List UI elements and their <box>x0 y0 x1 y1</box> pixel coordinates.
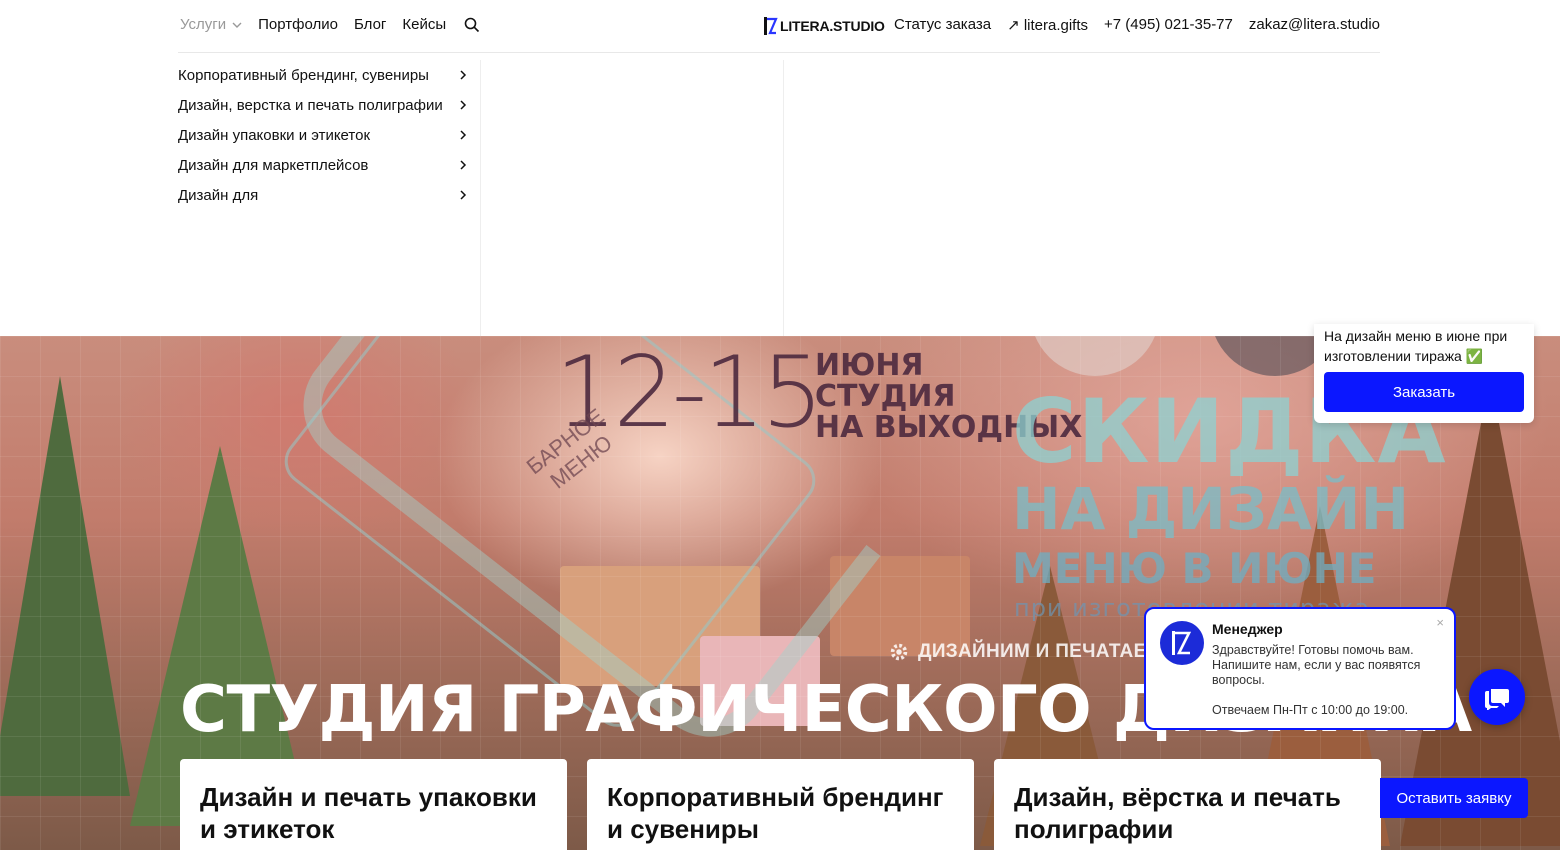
nav-portfolio-link[interactable]: Портфолио <box>258 16 338 33</box>
chat-bubbles-icon <box>1485 689 1509 710</box>
services-mega-menu: Корпоративный брендинг, сувениры Дизайн,… <box>0 53 1560 336</box>
order-popup: На дизайн меню в июне при изготовлении т… <box>1314 324 1534 423</box>
chat-message: Здравствуйте! Готовы помочь вам. Напишит… <box>1212 643 1421 687</box>
service-card-branding[interactable]: Корпоративный брендинг и сувениры <box>587 759 974 850</box>
service-cards: Дизайн и печать упаковки и этикеток Корп… <box>180 759 1381 850</box>
chevron-right-icon <box>460 190 467 200</box>
menu-item-printing[interactable]: Дизайн, верстка и печать полиграфии <box>178 90 468 120</box>
order-popup-text: На дизайн меню в июне при изготовлении т… <box>1324 328 1508 364</box>
main-nav: Услуги Портфолио Блог Кейсы <box>180 16 480 33</box>
service-card-printing[interactable]: Дизайн, вёрстка и печать полиграфии <box>994 759 1381 850</box>
chat-open-button[interactable] <box>1469 669 1525 725</box>
email-link[interactable]: zakaz@litera.studio <box>1249 16 1380 34</box>
hero-tagline-text: ДИЗАЙНИМ И ПЕЧАТАЕМ Н <box>918 641 1183 662</box>
order-button[interactable]: Заказать <box>1324 372 1524 412</box>
service-card-packaging[interactable]: Дизайн и печать упаковки и этикеток <box>180 759 567 850</box>
menu-item-marketplaces[interactable]: Дизайн для маркетплейсов <box>178 150 468 180</box>
gear-icon <box>890 643 908 661</box>
menu-column-divider <box>480 60 481 336</box>
chat-working-hours: Отвечаем Пн-Пт с 10:00 до 19:00. <box>1212 703 1409 717</box>
manager-avatar <box>1160 621 1204 665</box>
chevron-right-icon <box>460 100 467 110</box>
menu-item-branding[interactable]: Корпоративный брендинг, сувениры <box>178 60 468 90</box>
nav-services-label: Услуги <box>180 16 227 33</box>
phone-link[interactable]: +7 (495) 021-35-77 <box>1104 16 1233 34</box>
nav-blog-link[interactable]: Блог <box>354 16 386 33</box>
logo-mark-icon <box>1172 631 1192 655</box>
close-icon[interactable]: × <box>1436 615 1444 630</box>
services-menu-list: Корпоративный брендинг, сувениры Дизайн,… <box>178 60 468 210</box>
promo-discount-subtitle: НА ДИЗАЙН <box>1012 475 1409 543</box>
chevron-down-icon <box>232 22 242 28</box>
menu-column-divider <box>783 60 784 336</box>
promo-discount-month: МЕНЮ В ИЮНЕ <box>1012 544 1377 593</box>
menu-item-packaging[interactable]: Дизайн упаковки и этикеток <box>178 120 468 150</box>
chat-greeting-popup[interactable]: Менеджер Здравствуйте! Готовы помочь вам… <box>1144 607 1456 730</box>
leave-request-button[interactable]: Оставить заявку <box>1380 778 1528 818</box>
chevron-right-icon <box>460 130 467 140</box>
chevron-right-icon <box>460 70 467 80</box>
service-card-title: Дизайн, вёрстка и печать полиграфии <box>1014 782 1341 844</box>
service-card-title: Корпоративный брендинг и сувениры <box>607 782 944 844</box>
contact-nav: Статус заказа ↗ litera.gifts +7 (495) 02… <box>894 16 1380 34</box>
logo-mark-icon <box>764 17 778 35</box>
menu-item-design-for[interactable]: Дизайн для <box>178 180 468 210</box>
hero-tagline: ДИЗАЙНИМ И ПЕЧАТАЕМ Н <box>888 641 1182 663</box>
logo-text: LITERA.STUDIO <box>780 18 885 34</box>
site-header: Услуги Портфолио Блог Кейсы LITERA.STUDI… <box>0 0 1560 52</box>
order-status-link[interactable]: Статус заказа <box>894 16 991 34</box>
nav-services-dropdown[interactable]: Услуги <box>180 16 242 33</box>
site-logo[interactable]: LITERA.STUDIO <box>764 17 885 35</box>
chevron-right-icon <box>460 160 467 170</box>
nav-cases-link[interactable]: Кейсы <box>402 16 446 33</box>
gifts-link[interactable]: ↗ litera.gifts <box>1007 16 1088 34</box>
search-icon[interactable] <box>464 17 480 33</box>
chat-sender-name: Менеджер <box>1212 621 1283 637</box>
service-card-title: Дизайн и печать упаковки и этикеток <box>200 782 537 844</box>
chat-body: Менеджер Здравствуйте! Готовы помочь вам… <box>1212 621 1438 717</box>
